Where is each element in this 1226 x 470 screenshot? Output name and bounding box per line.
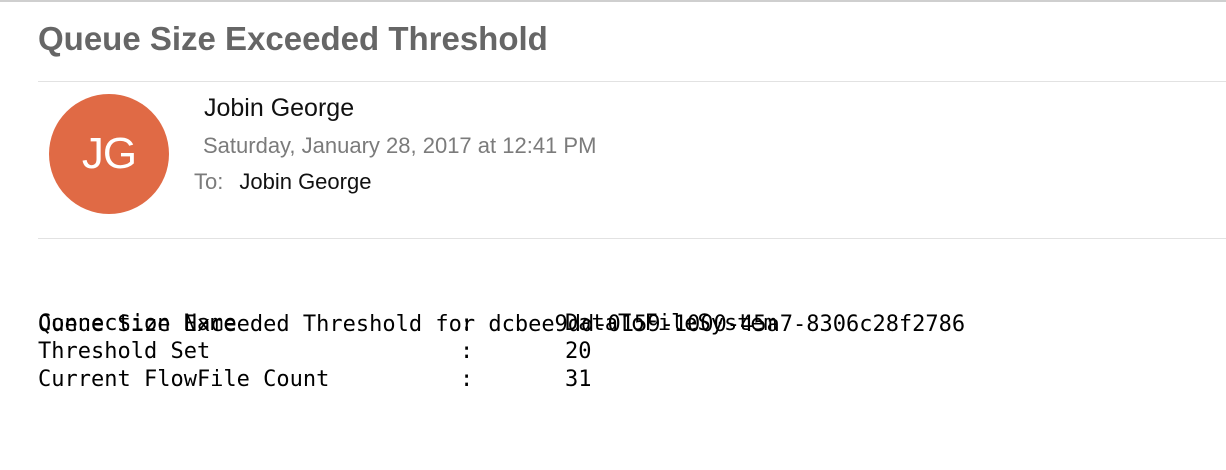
field-value: 31 xyxy=(565,367,592,392)
recipient-row: To: Jobin George xyxy=(194,169,371,195)
sender-name[interactable]: Jobin George xyxy=(204,94,354,123)
field-separator: : xyxy=(460,339,474,364)
body-divider xyxy=(38,238,1226,239)
field-name: Threshold Set xyxy=(38,339,211,364)
field-value: DataToFileSystem xyxy=(565,311,777,336)
email-date: Saturday, January 28, 2017 at 12:41 PM xyxy=(203,133,597,158)
field-name: Connection Name xyxy=(38,311,237,336)
field-separator: : xyxy=(460,311,474,336)
field-value: 20 xyxy=(565,339,592,364)
window-top-border xyxy=(0,0,1226,2)
email-subject: Queue Size Exceeded Threshold xyxy=(38,20,548,57)
to-label: To: xyxy=(194,169,224,194)
recipient-name[interactable]: Jobin George xyxy=(239,169,371,194)
field-name: Current FlowFile Count xyxy=(38,367,330,392)
avatar-initials: JG xyxy=(81,129,137,178)
field-separator: : xyxy=(460,367,474,392)
header-divider xyxy=(38,81,1226,82)
sender-avatar: JG xyxy=(49,94,169,214)
